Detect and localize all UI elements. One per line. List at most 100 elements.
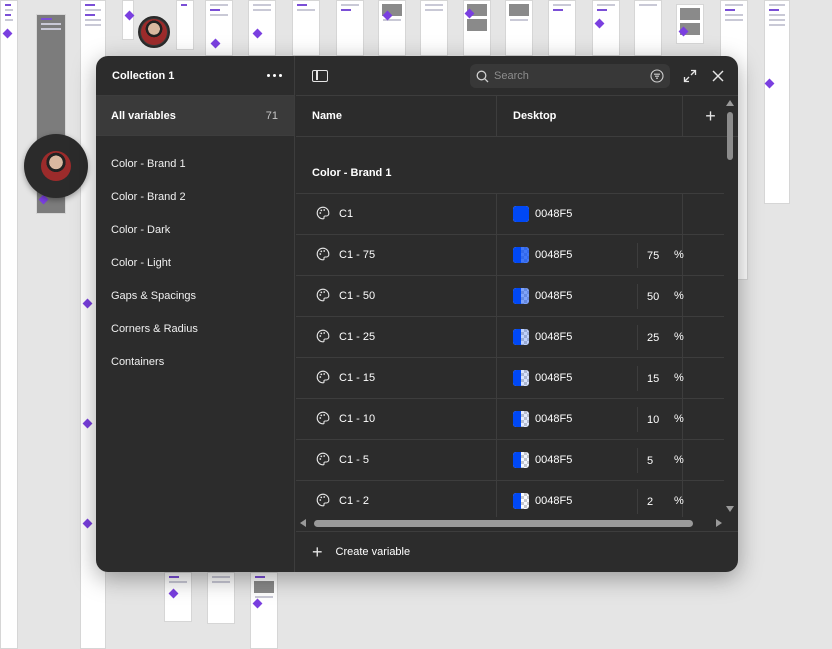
table-row[interactable]: C1 - 15 0048F5 15 %	[296, 358, 724, 399]
canvas-frame[interactable]	[207, 572, 235, 624]
canvas-frame[interactable]	[634, 0, 662, 56]
canvas-frame[interactable]	[292, 0, 320, 56]
hex-value[interactable]: 0048F5	[535, 413, 572, 425]
horizontal-scroll-thumb[interactable]	[314, 520, 693, 527]
variable-name-cell[interactable]: C1 - 75	[296, 235, 497, 275]
color-swatch[interactable]	[513, 247, 529, 263]
sidebar-item-group[interactable]: Color - Light	[96, 246, 294, 279]
scroll-up-arrow-icon[interactable]	[726, 100, 734, 106]
canvas-frame[interactable]	[176, 0, 194, 50]
canvas-frame[interactable]	[764, 0, 790, 204]
color-swatch[interactable]	[513, 452, 529, 468]
canvas-frame[interactable]	[205, 0, 233, 56]
color-swatch[interactable]	[513, 288, 529, 304]
hex-value[interactable]: 0048F5	[535, 331, 572, 343]
canvas-frame[interactable]	[505, 0, 533, 56]
sidebar-item-group[interactable]: Color - Dark	[96, 213, 294, 246]
table-row[interactable]: C1 - 2 0048F5 2 %	[296, 481, 724, 517]
variable-value-cell[interactable]: 0048F5 50 %	[497, 276, 684, 316]
expand-icon[interactable]	[682, 68, 698, 84]
variable-name-cell[interactable]: C1 - 25	[296, 317, 497, 357]
column-header-mode[interactable]: Desktop	[497, 96, 683, 136]
sidebar-item-group[interactable]: Corners & Radius	[96, 312, 294, 345]
color-swatch[interactable]	[513, 329, 529, 345]
hex-value[interactable]: 0048F5	[535, 372, 572, 384]
table-row[interactable]: C1 - 50 0048F5 50 %	[296, 276, 724, 317]
canvas-frame[interactable]	[250, 572, 278, 649]
search-icon	[470, 70, 494, 83]
canvas-frame[interactable]	[676, 4, 704, 44]
variables-table-area: Name Desktop + Color - Brand 1 C1 0048F5…	[296, 56, 738, 572]
variable-value-cell[interactable]: 0048F5	[497, 194, 683, 234]
table-row[interactable]: C1 - 25 0048F5 25 %	[296, 317, 724, 358]
variable-name-cell[interactable]: C1 - 2	[296, 481, 497, 517]
filter-icon[interactable]	[646, 65, 668, 87]
table-row[interactable]: C1 0048F5	[296, 194, 724, 235]
vertical-scrollbar[interactable]	[724, 96, 736, 516]
search-field[interactable]	[470, 64, 670, 88]
variable-value-cell[interactable]: 0048F5 5 %	[497, 440, 684, 480]
sidebar-item-group[interactable]: Gaps & Spacings	[96, 279, 294, 312]
collection-title[interactable]: Collection 1	[112, 70, 174, 82]
group-heading: Color - Brand 1	[296, 137, 724, 194]
collections-sidebar: Collection 1 All variables 71 Color - Br…	[96, 56, 295, 572]
variable-name-cell[interactable]: C1 - 5	[296, 440, 497, 480]
hex-value[interactable]: 0048F5	[535, 290, 572, 302]
variable-value-cell[interactable]: 0048F5 75 %	[497, 235, 684, 275]
percent-sign: %	[674, 454, 684, 466]
search-input[interactable]	[494, 70, 639, 82]
canvas-frame[interactable]	[122, 0, 134, 40]
table-row[interactable]: C1 - 5 0048F5 5 %	[296, 440, 724, 481]
sidebar-item-all-variables[interactable]: All variables 71	[96, 96, 294, 136]
scroll-left-arrow-icon[interactable]	[300, 519, 306, 527]
vertical-scroll-thumb[interactable]	[727, 112, 733, 160]
close-icon[interactable]	[710, 68, 726, 84]
variable-value-cell[interactable]: 0048F5 10 %	[497, 399, 684, 439]
canvas-frame[interactable]	[164, 572, 192, 622]
variable-value-cell[interactable]: 0048F5 25 %	[497, 317, 684, 357]
canvas-frame[interactable]	[420, 0, 448, 56]
hex-value[interactable]: 0048F5	[535, 208, 572, 220]
group-list: Color - Brand 1 Color - Brand 2 Color - …	[96, 136, 294, 378]
canvas-frame[interactable]	[463, 0, 491, 56]
palette-icon	[316, 329, 330, 346]
scroll-right-arrow-icon[interactable]	[716, 519, 722, 527]
canvas-frame[interactable]	[0, 0, 18, 649]
column-header-name[interactable]: Name	[296, 96, 497, 136]
collaborator-cursor-avatar[interactable]	[24, 134, 88, 198]
sidebar-toggle-icon[interactable]	[312, 70, 328, 82]
table-row[interactable]: C1 - 10 0048F5 10 %	[296, 399, 724, 440]
horizontal-scrollbar[interactable]	[300, 517, 722, 529]
canvas-frame[interactable]	[336, 0, 364, 56]
palette-icon	[316, 288, 330, 305]
canvas-frame[interactable]	[378, 0, 406, 56]
hex-value[interactable]: 0048F5	[535, 454, 572, 466]
sidebar-item-group[interactable]: Color - Brand 1	[96, 147, 294, 180]
variable-value-cell[interactable]: 0048F5 15 %	[497, 358, 684, 398]
create-variable-button[interactable]: + Create variable	[296, 531, 738, 572]
variable-name-cell[interactable]: C1	[296, 194, 497, 234]
hex-value[interactable]: 0048F5	[535, 495, 572, 507]
table-row[interactable]: C1 - 75 0048F5 75 %	[296, 235, 724, 276]
sidebar-item-group[interactable]: Color - Brand 2	[96, 180, 294, 213]
variable-name-cell[interactable]: C1 - 10	[296, 399, 497, 439]
canvas-frame[interactable]	[548, 0, 576, 56]
variable-value-cell[interactable]: 0048F5 2 %	[497, 481, 684, 517]
variables-list[interactable]: Color - Brand 1 C1 0048F5 C1 - 75 0048F5…	[296, 137, 724, 517]
color-swatch[interactable]	[513, 493, 529, 509]
scroll-down-arrow-icon[interactable]	[726, 506, 734, 512]
variable-name-cell[interactable]: C1 - 15	[296, 358, 497, 398]
collaborator-avatar[interactable]	[138, 16, 170, 48]
color-swatch[interactable]	[513, 411, 529, 427]
canvas-frame[interactable]	[248, 0, 276, 56]
sidebar-item-group[interactable]: Containers	[96, 345, 294, 378]
add-icon: +	[705, 105, 716, 126]
canvas-frame[interactable]	[592, 0, 620, 56]
variable-name-cell[interactable]: C1 - 50	[296, 276, 497, 316]
more-icon[interactable]	[267, 74, 282, 77]
color-swatch[interactable]	[513, 370, 529, 386]
all-variables-label: All variables	[111, 109, 176, 122]
group-label: Color - Brand 2	[111, 190, 186, 203]
hex-value[interactable]: 0048F5	[535, 249, 572, 261]
color-swatch[interactable]	[513, 206, 529, 222]
